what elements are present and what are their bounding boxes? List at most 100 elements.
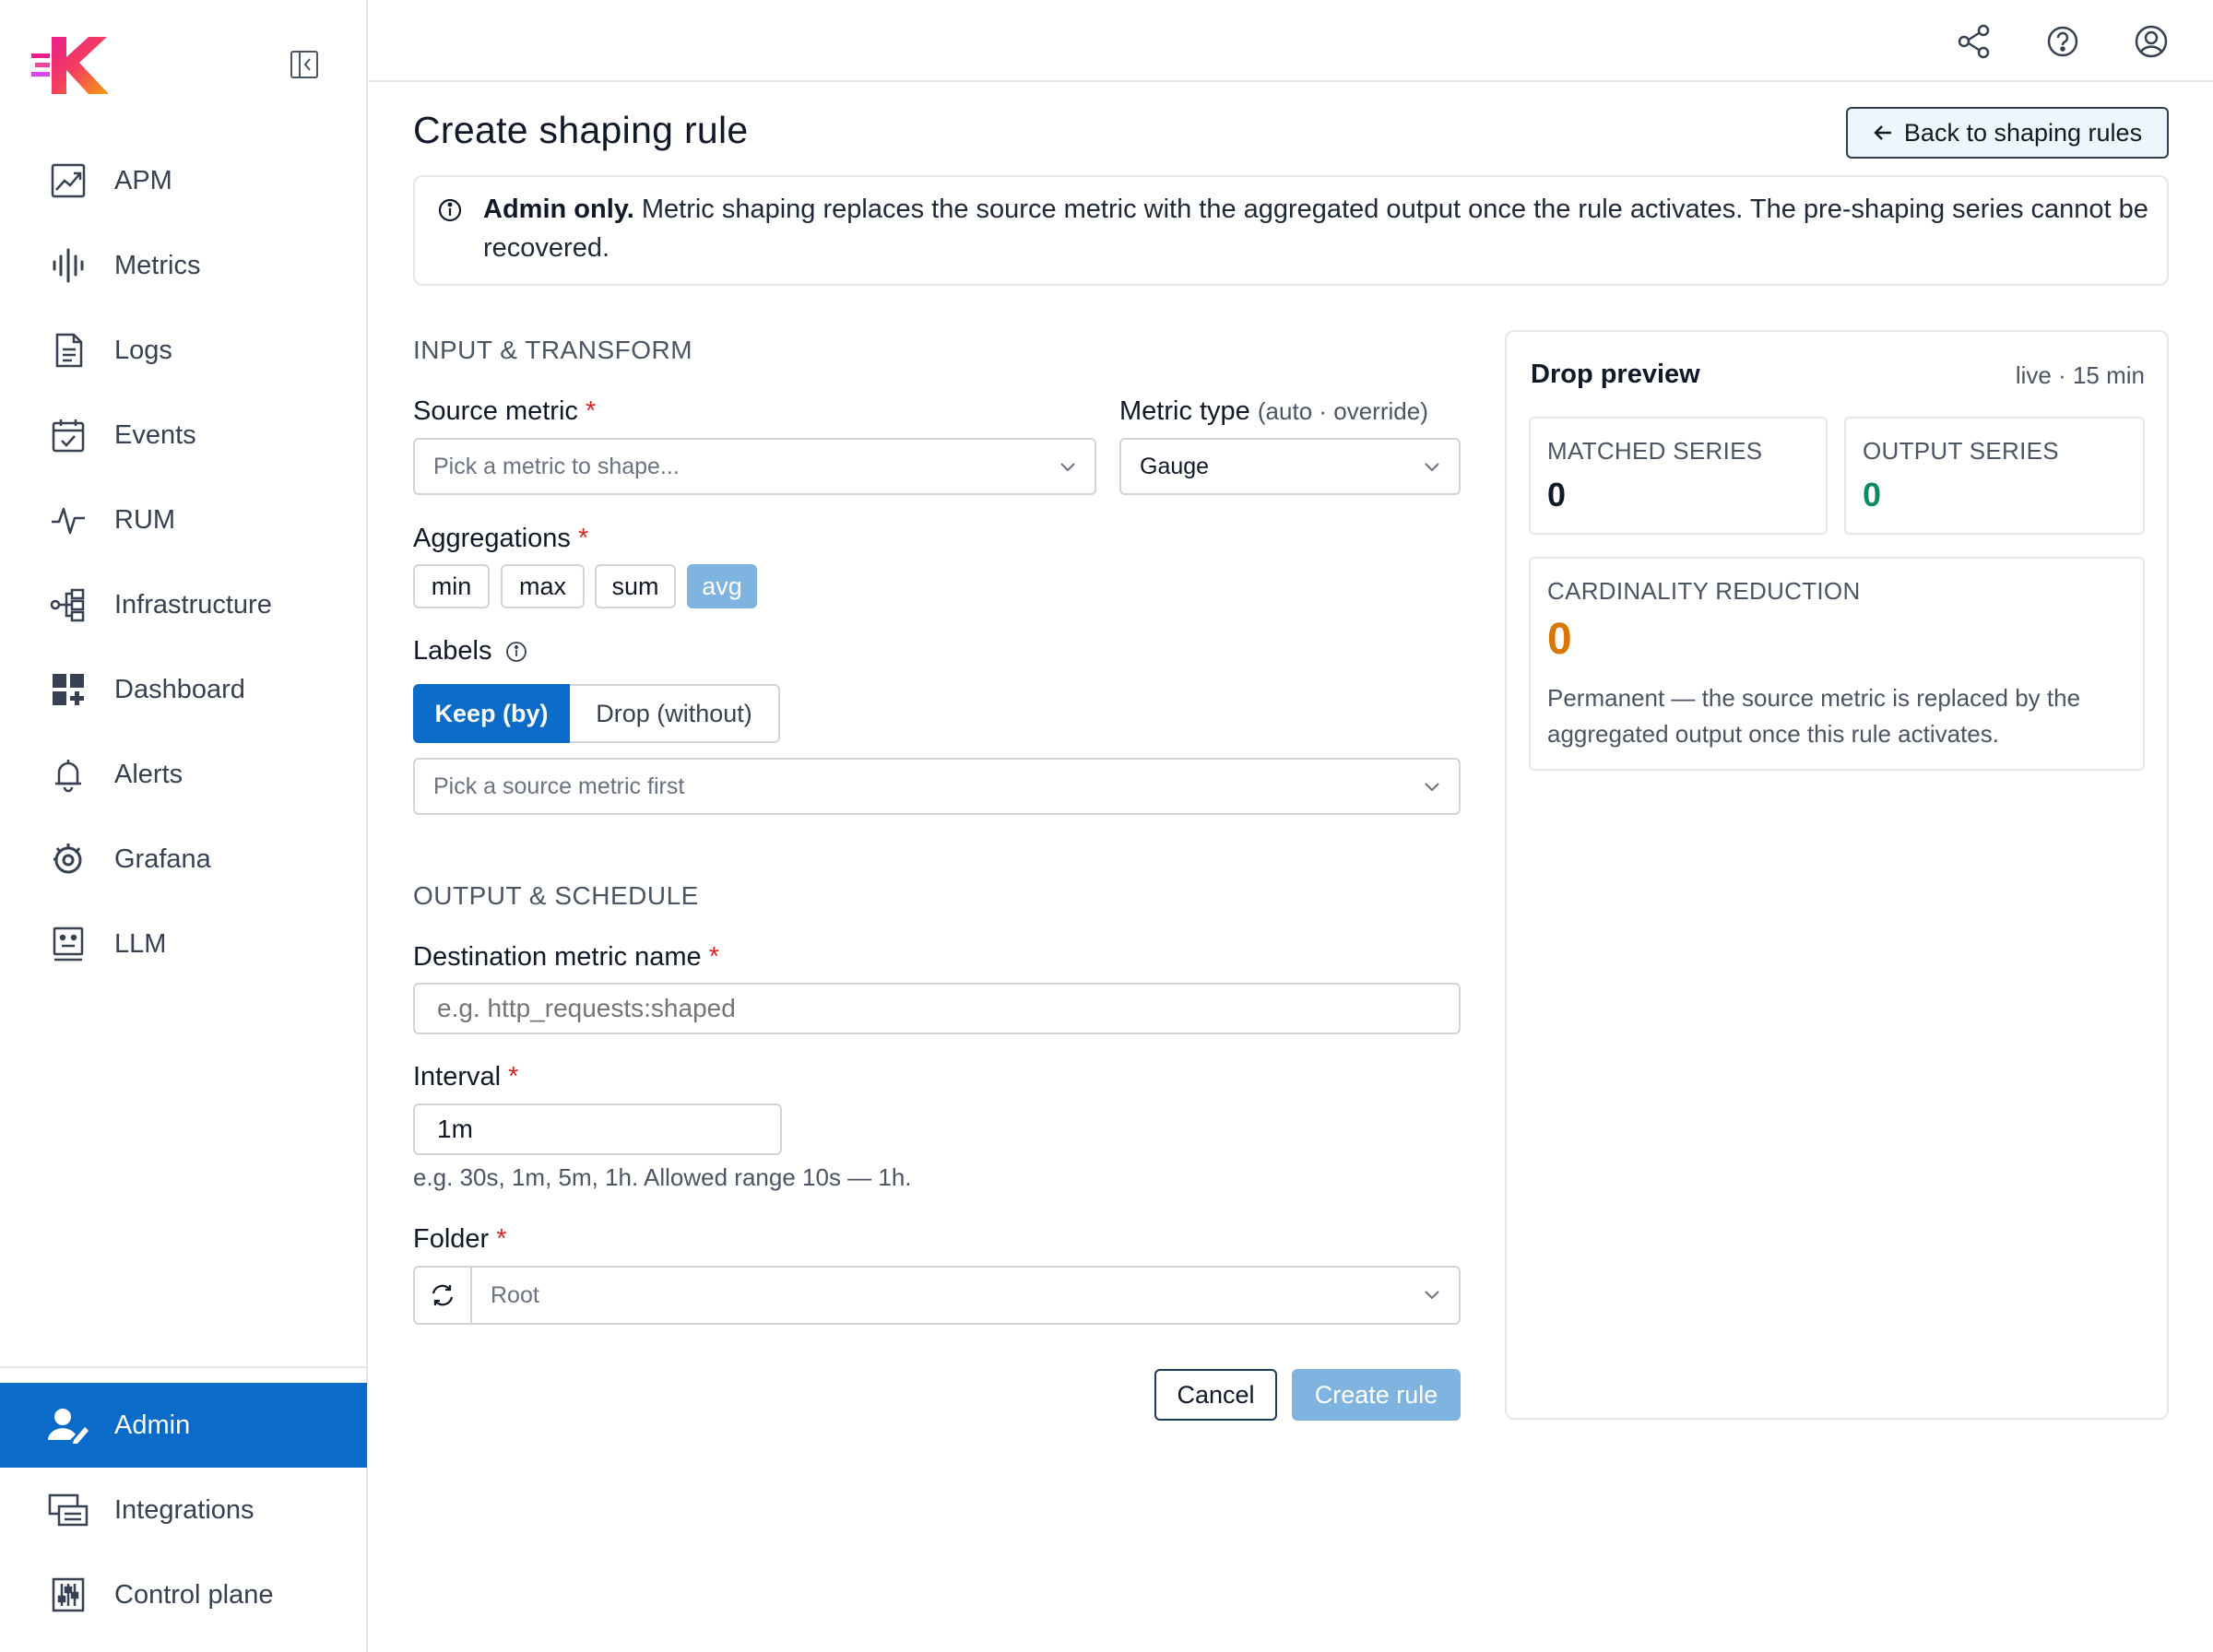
labels-select[interactable]: Pick a source metric first (413, 758, 1461, 815)
source-metric-select[interactable]: Pick a metric to shape... (413, 438, 1096, 495)
sidebar-item-alerts[interactable]: Alerts (0, 732, 367, 817)
sidebar-item-label: Admin (114, 1410, 191, 1440)
user-account-icon[interactable] (2132, 22, 2171, 61)
sidebar-item-label: RUM (114, 504, 176, 535)
destination-metric-input[interactable] (413, 983, 1461, 1034)
cancel-button[interactable]: Cancel (1154, 1369, 1277, 1421)
notice-bold: Admin only. (483, 195, 634, 224)
sidebar-item-label: LLM (114, 928, 167, 959)
matched-series-label: MATCHED SERIES (1547, 437, 1763, 465)
drop-preview-title: Drop preview (1531, 360, 1700, 389)
interval-label: Interval * (413, 1062, 519, 1092)
sidebar-item-label: Infrastructure (114, 589, 272, 620)
output-series-label: OUTPUT SERIES (1863, 437, 2059, 465)
topology-icon (48, 584, 89, 625)
aggregation-chip-avg[interactable]: avg (687, 564, 757, 608)
help-icon[interactable] (2043, 22, 2082, 61)
sidebar-item-metrics[interactable]: Metrics (0, 223, 367, 308)
aggregation-chip-sum[interactable]: sum (595, 564, 676, 608)
app-root: APM Metrics Logs Events RUM Infrastructu… (0, 0, 2213, 1652)
sidebar-item-logs[interactable]: Logs (0, 308, 367, 393)
destination-metric-label: Destination metric name * (413, 942, 720, 972)
dashboard-grid-icon (48, 669, 89, 710)
sidebar-item-label: Control plane (114, 1579, 274, 1610)
sidebar-nav: APM Metrics Logs Events RUM Infrastructu… (0, 138, 367, 986)
sidebar-item-label: Integrations (114, 1494, 254, 1525)
create-rule-button[interactable]: Create rule (1292, 1369, 1461, 1421)
labels-label: Labels (413, 636, 527, 667)
notice-text: Metric shaping replaces the source metri… (483, 195, 2148, 263)
aggregation-chip-max[interactable]: max (501, 564, 585, 608)
live-window-label: live · 15 min (2015, 361, 2145, 389)
aggregations-label: Aggregations * (413, 524, 589, 553)
chevron-down-icon (1425, 1291, 1439, 1300)
output-series-value: 0 (1863, 476, 1882, 513)
matched-series-card: MATCHED SERIES 0 (1529, 417, 1828, 535)
back-button-label: Back to shaping rules (1903, 118, 2143, 147)
sidebar-item-apm[interactable]: APM (0, 138, 367, 223)
folder-dropdown[interactable]: Root (472, 1268, 1459, 1323)
sidebar-item-integrations[interactable]: Integrations (0, 1468, 367, 1552)
drop-without-toggle[interactable]: Drop (without) (570, 684, 780, 743)
user-edit-icon (48, 1405, 89, 1446)
cardinality-reduction-card: CARDINALITY REDUCTION 0 Permanent — the … (1529, 557, 2145, 771)
waveform-icon (48, 245, 89, 286)
top-bar (369, 0, 2213, 82)
k-logo-icon[interactable] (31, 35, 111, 96)
chevron-down-icon (1060, 463, 1075, 472)
info-icon[interactable] (505, 641, 527, 663)
apm-chart-icon (48, 160, 89, 201)
sidebar-item-label: Alerts (114, 759, 183, 789)
sidebar-item-control-plane[interactable]: Control plane (0, 1552, 367, 1637)
interval-hint: e.g. 30s, 1m, 5m, 1h. Allowed range 10s … (413, 1163, 912, 1191)
document-icon (48, 330, 89, 371)
admin-notice: Admin only. Metric shaping replaces the … (413, 175, 2169, 286)
calendar-check-icon (48, 415, 89, 455)
llm-robot-icon (48, 924, 89, 964)
refresh-icon[interactable] (415, 1268, 472, 1323)
cardinality-label: CARDINALITY REDUCTION (1547, 577, 1861, 605)
sidebar-item-label: Dashboard (114, 674, 245, 704)
chevron-down-icon (1425, 783, 1439, 792)
sidebar-item-admin[interactable]: Admin (0, 1383, 367, 1468)
labels-mode-toggle: Keep (by) Drop (without) (413, 684, 780, 743)
aggregation-chip-min[interactable]: min (413, 564, 490, 608)
share-icon[interactable] (1955, 22, 1994, 61)
folder-label: Folder * (413, 1224, 507, 1254)
bell-icon (48, 754, 89, 795)
cardinality-description: Permanent — the source metric is replace… (1547, 684, 2081, 748)
sidebar-collapse-icon[interactable] (290, 50, 319, 79)
sidebar-item-label: Metrics (114, 250, 201, 280)
output-series-card: OUTPUT SERIES 0 (1844, 417, 2145, 535)
interval-input[interactable]: 1m (413, 1103, 782, 1155)
sliders-icon (48, 1575, 89, 1615)
grafana-icon (48, 839, 89, 879)
drop-preview-panel: Drop preview live · 15 min MATCHED SERIE… (1505, 330, 2169, 1420)
sidebar: APM Metrics Logs Events RUM Infrastructu… (0, 0, 368, 1652)
metric-type-label: Metric type (auto · override) (1119, 396, 1428, 426)
chevron-down-icon (1425, 463, 1439, 472)
sidebar-item-llm[interactable]: LLM (0, 902, 367, 986)
back-to-shaping-rules-button[interactable]: Back to shaping rules (1846, 107, 2169, 159)
matched-series-value: 0 (1547, 476, 1567, 513)
cardinality-value: 0 (1547, 615, 1572, 664)
input-transform-heading: INPUT & TRANSFORM (413, 336, 693, 364)
sidebar-item-rum[interactable]: RUM (0, 478, 367, 562)
page-title: Create shaping rule (413, 109, 749, 151)
sidebar-item-grafana[interactable]: Grafana (0, 817, 367, 902)
sidebar-bottom-nav: Admin Integrations Control plane (0, 1366, 367, 1637)
integrations-icon (48, 1490, 89, 1530)
sidebar-item-label: APM (114, 165, 172, 195)
sidebar-item-infrastructure[interactable]: Infrastructure (0, 562, 367, 647)
source-metric-label: Source metric * (413, 396, 597, 426)
sidebar-item-label: Logs (114, 335, 172, 365)
sidebar-item-label: Grafana (114, 844, 211, 874)
output-schedule-heading: OUTPUT & SCHEDULE (413, 881, 699, 910)
sidebar-item-label: Events (114, 419, 196, 450)
keep-by-toggle[interactable]: Keep (by) (413, 684, 570, 743)
folder-select: Root (413, 1266, 1461, 1325)
arrow-left-icon (1874, 125, 1891, 140)
sidebar-item-dashboard[interactable]: Dashboard (0, 647, 367, 732)
metric-type-select[interactable]: Gauge (1119, 438, 1461, 495)
sidebar-item-events[interactable]: Events (0, 393, 367, 478)
